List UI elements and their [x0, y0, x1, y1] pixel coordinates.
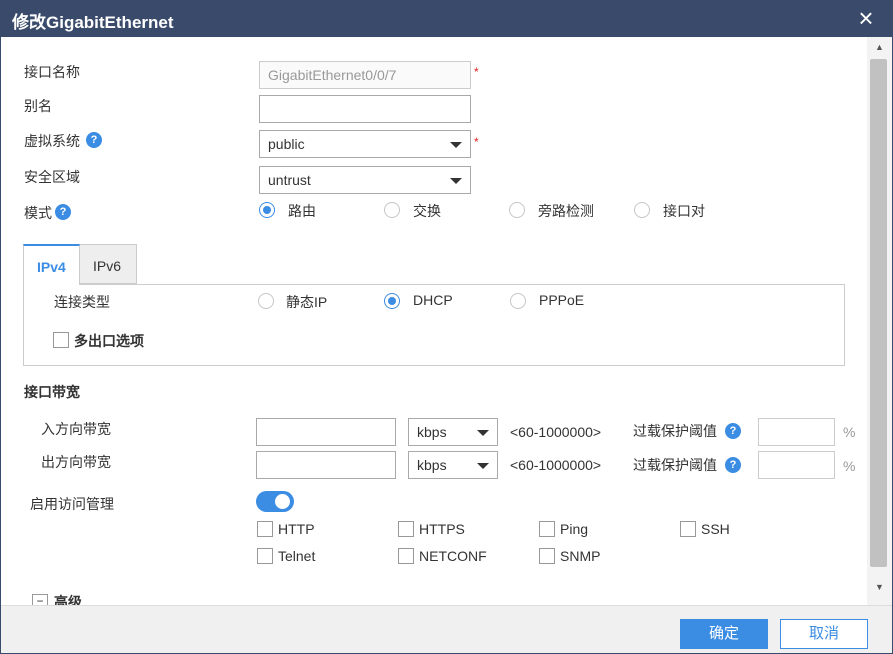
modify-interface-dialog: 修改GigabitEthernet × 接口名称 * 别名 虚拟系统 ? pub…	[0, 0, 893, 654]
outbound-threshold-help-icon[interactable]: ?	[725, 457, 741, 473]
chevron-down-icon	[477, 430, 489, 436]
conn-radio-dhcp[interactable]	[384, 293, 400, 309]
mode-label: 模式	[24, 205, 52, 221]
multi-egress-label[interactable]: 多出口选项	[74, 331, 144, 351]
mode-radio-bypass[interactable]	[509, 202, 525, 218]
zone-label: 安全区域	[24, 169, 80, 185]
mode-radio-pair[interactable]	[634, 202, 650, 218]
scroll-up-icon[interactable]: ▲	[874, 42, 885, 53]
outbound-range-hint: <60-1000000>	[510, 457, 602, 473]
service-checkbox-netconf[interactable]	[398, 548, 414, 564]
service-label-http[interactable]: HTTP	[278, 521, 315, 537]
dialog-content[interactable]: 接口名称 * 别名 虚拟系统 ? public * 安全区域 untrust 模…	[1, 37, 867, 605]
mode-option-switch[interactable]: 交换	[413, 201, 441, 221]
service-label-netconf[interactable]: NETCONF	[419, 548, 487, 564]
inbound-range-hint: <60-1000000>	[510, 424, 602, 440]
inbound-threshold-help-icon[interactable]: ?	[725, 423, 741, 439]
mode-option-bypass[interactable]: 旁路检测	[538, 201, 594, 221]
service-checkbox-http[interactable]	[257, 521, 273, 537]
vertical-scrollbar[interactable]: ▲ ▼	[867, 37, 892, 605]
inbound-threshold-label: 过载保护阈值	[633, 423, 717, 439]
outbound-bandwidth-label: 出方向带宽	[41, 454, 111, 470]
zone-select[interactable]: untrust	[259, 166, 471, 194]
access-management-label: 启用访问管理	[30, 496, 114, 512]
dialog-title: 修改GigabitEthernet	[12, 13, 174, 32]
conn-radio-pppoe[interactable]	[510, 293, 526, 309]
service-checkbox-telnet[interactable]	[257, 548, 273, 564]
outbound-unit-select[interactable]: kbps	[408, 451, 498, 479]
mode-help-icon[interactable]: ?	[55, 204, 71, 220]
toggle-knob	[275, 494, 290, 509]
inbound-unit-value: kbps	[417, 424, 447, 440]
dialog-footer: 确定 取消	[1, 605, 892, 653]
required-mark: *	[474, 65, 479, 79]
chevron-down-icon	[450, 178, 462, 184]
advanced-expander-icon[interactable]: −	[32, 594, 48, 605]
inbound-percent-unit: %	[843, 424, 856, 440]
service-checkbox-https[interactable]	[398, 521, 414, 537]
outbound-threshold-label: 过载保护阈值	[633, 457, 717, 473]
conn-option-pppoe[interactable]: PPPoE	[539, 292, 584, 308]
chevron-down-icon	[477, 463, 489, 469]
chevron-down-icon	[450, 142, 462, 148]
tab-ipv6-label: IPv6	[93, 258, 122, 274]
mode-option-route[interactable]: 路由	[288, 201, 316, 221]
service-label-ssh[interactable]: SSH	[701, 521, 730, 537]
zone-select-value: untrust	[268, 172, 311, 188]
mode-radio-route[interactable]	[259, 202, 275, 218]
alias-input[interactable]	[259, 95, 471, 123]
outbound-threshold-input[interactable]	[758, 451, 835, 479]
service-checkbox-ssh[interactable]	[680, 521, 696, 537]
service-checkbox-snmp[interactable]	[539, 548, 555, 564]
service-label-https[interactable]: HTTPS	[419, 521, 465, 537]
service-label-snmp[interactable]: SNMP	[560, 548, 600, 564]
vsys-select-value: public	[268, 136, 305, 152]
outbound-percent-unit: %	[843, 458, 856, 474]
vsys-help-icon[interactable]: ?	[86, 132, 102, 148]
conn-option-dhcp[interactable]: DHCP	[413, 292, 453, 308]
conn-radio-static[interactable]	[258, 293, 274, 309]
inbound-bandwidth-label: 入方向带宽	[41, 421, 111, 437]
required-mark: *	[474, 135, 479, 149]
ipv4-panel: 连接类型 静态IP DHCP PPPoE 多出口选项	[23, 284, 845, 366]
interface-name-input[interactable]	[259, 61, 471, 89]
tab-ipv6[interactable]: IPv6	[80, 244, 137, 284]
alias-label: 别名	[24, 98, 52, 114]
inbound-bandwidth-input[interactable]	[256, 418, 396, 446]
cancel-button[interactable]: 取消	[780, 619, 868, 649]
close-icon[interactable]: ×	[853, 5, 879, 31]
vsys-label: 虚拟系统	[24, 133, 80, 149]
inbound-threshold-input[interactable]	[758, 418, 835, 446]
multi-egress-checkbox[interactable]	[53, 332, 69, 348]
outbound-bandwidth-input[interactable]	[256, 451, 396, 479]
interface-name-label: 接口名称	[24, 64, 80, 80]
scroll-down-icon[interactable]: ▼	[874, 582, 885, 593]
connection-type-label: 连接类型	[54, 294, 110, 310]
service-label-telnet[interactable]: Telnet	[278, 548, 315, 564]
ok-button[interactable]: 确定	[680, 619, 768, 649]
service-checkbox-ping[interactable]	[539, 521, 555, 537]
advanced-label[interactable]: 高级	[54, 592, 82, 605]
dialog-titlebar: 修改GigabitEthernet ×	[1, 1, 892, 37]
vsys-select[interactable]: public	[259, 130, 471, 158]
bandwidth-section-title: 接口带宽	[24, 384, 80, 400]
outbound-unit-value: kbps	[417, 457, 447, 473]
mode-radio-switch[interactable]	[384, 202, 400, 218]
tab-ipv4[interactable]: IPv4	[23, 244, 80, 285]
tab-ipv4-label: IPv4	[37, 259, 66, 275]
access-management-toggle[interactable]	[256, 491, 294, 512]
mode-option-pair[interactable]: 接口对	[663, 201, 705, 221]
conn-option-static[interactable]: 静态IP	[286, 292, 327, 312]
scrollbar-thumb[interactable]	[870, 59, 887, 567]
inbound-unit-select[interactable]: kbps	[408, 418, 498, 446]
service-label-ping[interactable]: Ping	[560, 521, 588, 537]
